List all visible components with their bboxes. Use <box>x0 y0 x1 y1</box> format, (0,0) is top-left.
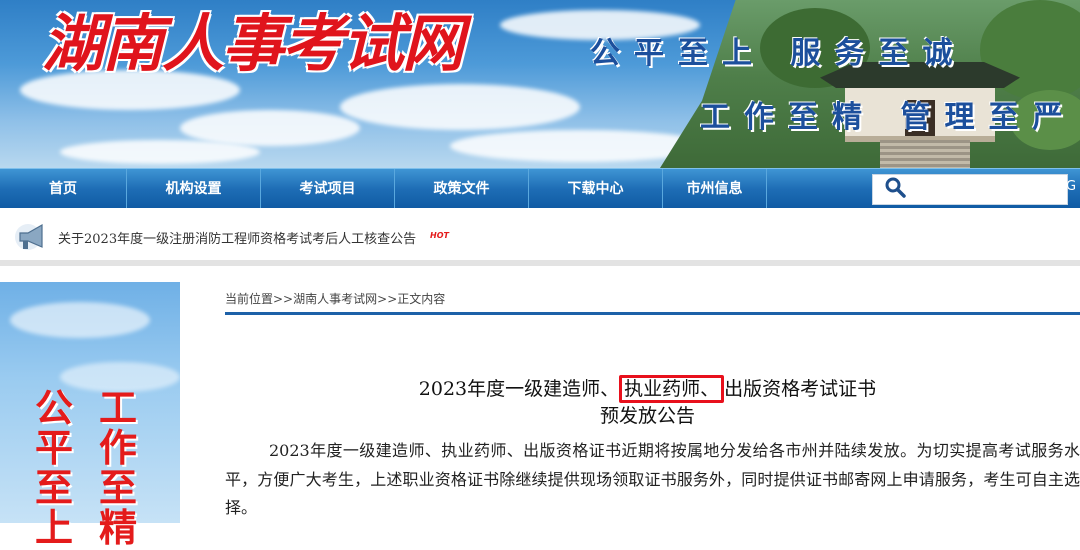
nav-item-home[interactable]: 首页 <box>0 169 127 209</box>
breadcrumb-separator: >> <box>377 292 398 306</box>
article-paragraph: 2023年度一级建造师、执业药师、出版资格证书近期将按属地分发给各市州并陆续发放… <box>225 441 1080 517</box>
article-title-highlight: 执业药师、 <box>619 375 725 403</box>
nav-item-downloads[interactable]: 下载中心 <box>529 169 663 209</box>
side-slogan-char: 至 <box>34 466 73 510</box>
article-title-line-2: 预发放公告 <box>599 405 695 427</box>
megaphone-icon <box>15 223 43 250</box>
breadcrumb-link-current[interactable]: 正文内容 <box>397 292 445 306</box>
article-body: 2023年度一级建造师、执业药师、出版资格证书近期将按属地分发给各市州并陆续发放… <box>225 437 1080 523</box>
side-slogan-char: 作 <box>98 426 137 470</box>
article-title-part: 2023年度一级建造师、 <box>418 378 620 400</box>
side-slogan-char: 精 <box>98 506 137 550</box>
site-logo-title: 湖南人事考试网 <box>42 7 464 80</box>
side-slogan-char: 平 <box>34 426 73 470</box>
side-slogan-char: 工 <box>98 386 137 430</box>
hot-badge: HOT <box>430 231 449 240</box>
cloud-decoration <box>60 140 260 164</box>
side-slogan-char: 至 <box>98 466 137 510</box>
cloud-decoration <box>340 84 580 130</box>
nav-item-city-info[interactable]: 市州信息 <box>663 169 767 209</box>
slogan-line-1: 公平至上 服务至诚 <box>590 36 967 71</box>
side-slogan-right: 工 作 至 精 <box>96 388 140 548</box>
breadcrumb-link-home[interactable]: 湖南人事考试网 <box>293 292 377 306</box>
pavilion-steps <box>880 140 970 168</box>
cloud-decoration <box>10 302 150 338</box>
article-title-line-1: 2023年度一级建造师、 执业药师、 出版资格考试证书 <box>225 375 1070 403</box>
side-slogan-char: 公 <box>34 386 73 430</box>
search-go-button[interactable]: G <box>1066 179 1076 194</box>
nav-item-organization[interactable]: 机构设置 <box>127 169 261 209</box>
breadcrumb-prefix: 当前位置>> <box>225 292 294 306</box>
side-slogan-char: 上 <box>34 506 73 550</box>
nav-item-exam-projects[interactable]: 考试项目 <box>261 169 395 209</box>
article-title: 2023年度一级建造师、 执业药师、 出版资格考试证书 预发放公告 <box>225 375 1070 430</box>
nav-item-policy-docs[interactable]: 政策文件 <box>395 169 529 209</box>
notice-link[interactable]: 关于2023年度一级注册消防工程师资格考试考后人工核查公告 <box>58 228 416 247</box>
search-icon[interactable] <box>884 176 906 198</box>
content-divider <box>225 312 1080 315</box>
slogan-line-2: 工作至精 管理至严 <box>700 100 1077 135</box>
side-slogan-left: 公 平 至 上 <box>32 388 76 548</box>
article-title-part: 出版资格考试证书 <box>724 378 877 400</box>
side-banner <box>0 282 180 523</box>
breadcrumb: 当前位置>>湖南人事考试网>>正文内容 <box>225 290 445 307</box>
